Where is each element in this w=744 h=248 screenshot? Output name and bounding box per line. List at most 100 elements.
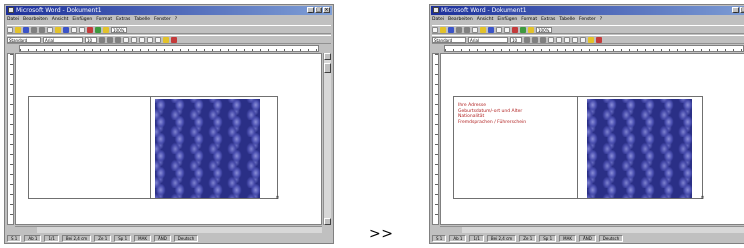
list-icon[interactable] bbox=[147, 36, 153, 43]
horizontal-scrollbar[interactable] bbox=[440, 226, 744, 233]
menu-item[interactable]: ? bbox=[600, 16, 602, 24]
font-combo[interactable]: Arial bbox=[43, 36, 83, 43]
menu-item[interactable]: Ansicht bbox=[52, 16, 69, 24]
undo-icon[interactable] bbox=[63, 26, 69, 33]
map-icon[interactable] bbox=[520, 26, 526, 33]
status-field: 1/1 bbox=[44, 234, 59, 242]
horizontal-ruler[interactable] bbox=[444, 45, 744, 52]
align-center-icon[interactable] bbox=[556, 36, 562, 43]
menu-item[interactable]: Einfügen bbox=[497, 16, 517, 24]
open-icon[interactable] bbox=[440, 26, 446, 33]
paste-icon[interactable] bbox=[55, 26, 61, 33]
font-color-icon[interactable] bbox=[171, 36, 177, 43]
maximize-button[interactable]: □ bbox=[315, 7, 322, 13]
list-icon[interactable] bbox=[572, 36, 578, 43]
align-icon[interactable] bbox=[548, 36, 554, 43]
document-area[interactable]: Ihre Adresse Geburtsdatum/-ort und Alter N… bbox=[440, 53, 744, 225]
menu-item[interactable]: Einfügen bbox=[72, 16, 92, 24]
drawing-icon[interactable] bbox=[87, 26, 93, 33]
menu-item[interactable]: ? bbox=[175, 16, 177, 24]
vertical-ruler[interactable] bbox=[7, 53, 14, 225]
menu-item[interactable]: Datei bbox=[432, 16, 444, 24]
save-icon[interactable] bbox=[448, 26, 454, 33]
table-icon[interactable] bbox=[71, 26, 77, 33]
font-combo[interactable]: Arial bbox=[468, 36, 508, 43]
align-right-icon[interactable] bbox=[139, 36, 145, 43]
print-icon[interactable] bbox=[456, 26, 462, 33]
menu-item[interactable]: Datei bbox=[7, 16, 19, 24]
vertical-scrollbar[interactable] bbox=[323, 53, 331, 225]
italic-icon[interactable] bbox=[532, 36, 538, 43]
zoom-combo[interactable]: 100% bbox=[111, 26, 127, 33]
copy-icon[interactable] bbox=[47, 26, 53, 33]
minimize-button[interactable]: _ bbox=[732, 7, 739, 13]
menu-item[interactable]: Ansicht bbox=[477, 16, 494, 24]
menu-item[interactable]: Bearbeiten bbox=[23, 16, 48, 24]
menu-item[interactable]: Tabelle bbox=[134, 16, 150, 24]
cell-text-line[interactable]: Fremdsprachen / Führerschein bbox=[458, 120, 526, 126]
scroll-thumb[interactable] bbox=[324, 63, 331, 73]
copy-icon[interactable] bbox=[472, 26, 478, 33]
columns-icon[interactable] bbox=[504, 26, 510, 33]
undo-icon[interactable] bbox=[488, 26, 494, 33]
columns-icon[interactable] bbox=[79, 26, 85, 33]
underline-icon[interactable] bbox=[115, 36, 121, 43]
underline-icon[interactable] bbox=[540, 36, 546, 43]
scroll-up-icon[interactable] bbox=[324, 53, 331, 60]
scroll-down-icon[interactable] bbox=[324, 218, 331, 225]
new-document-icon[interactable] bbox=[432, 26, 438, 33]
table-column-divider[interactable] bbox=[150, 97, 151, 198]
paste-icon[interactable] bbox=[480, 26, 486, 33]
style-combo[interactable]: Standard bbox=[432, 36, 466, 43]
bold-icon[interactable] bbox=[524, 36, 530, 43]
status-field: 1/1 bbox=[469, 234, 484, 242]
close-button[interactable]: × bbox=[323, 7, 330, 13]
horizontal-ruler[interactable] bbox=[19, 45, 319, 52]
drawing-icon[interactable] bbox=[512, 26, 518, 33]
horizontal-scrollbar[interactable] bbox=[15, 226, 322, 233]
font-color-icon[interactable] bbox=[596, 36, 602, 43]
table-column-divider[interactable] bbox=[577, 97, 578, 198]
table-icon[interactable] bbox=[496, 26, 502, 33]
menu-item[interactable]: Fenster bbox=[154, 16, 171, 24]
align-right-icon[interactable] bbox=[564, 36, 570, 43]
menu-item[interactable]: Extras bbox=[541, 16, 555, 24]
highlight-icon[interactable] bbox=[163, 36, 169, 43]
zoom-combo[interactable]: 100% bbox=[536, 26, 552, 33]
blue-texture-image[interactable] bbox=[155, 99, 260, 198]
menu-item[interactable]: Bearbeiten bbox=[448, 16, 473, 24]
print-icon[interactable] bbox=[31, 26, 37, 33]
align-icon[interactable] bbox=[123, 36, 129, 43]
italic-icon[interactable] bbox=[107, 36, 113, 43]
menu-item[interactable]: Tabelle bbox=[559, 16, 575, 24]
menu-item[interactable]: Extras bbox=[116, 16, 130, 24]
menu-item[interactable]: Format bbox=[521, 16, 537, 24]
app-icon bbox=[8, 7, 14, 13]
new-document-icon[interactable] bbox=[7, 26, 13, 33]
align-center-icon[interactable] bbox=[131, 36, 137, 43]
indent-icon[interactable] bbox=[580, 36, 586, 43]
save-icon[interactable] bbox=[23, 26, 29, 33]
maximize-button[interactable]: □ bbox=[740, 7, 744, 13]
help-icon[interactable] bbox=[103, 26, 109, 33]
left-cell-text[interactable]: Ihre Adresse Geburtsdatum/-ort und Alter N… bbox=[458, 103, 526, 125]
help-icon[interactable] bbox=[528, 26, 534, 33]
blue-texture-image[interactable] bbox=[587, 99, 692, 198]
font-size-combo[interactable]: 10 bbox=[510, 36, 522, 43]
menu-item[interactable]: Fenster bbox=[579, 16, 596, 24]
document-area[interactable]: ¤ bbox=[15, 53, 322, 225]
cut-icon[interactable] bbox=[464, 26, 470, 33]
bold-icon[interactable] bbox=[99, 36, 105, 43]
map-icon[interactable] bbox=[95, 26, 101, 33]
open-icon[interactable] bbox=[15, 26, 21, 33]
style-combo[interactable]: Standard bbox=[7, 36, 41, 43]
vertical-ruler[interactable] bbox=[432, 53, 439, 225]
indent-icon[interactable] bbox=[155, 36, 161, 43]
font-size-combo[interactable]: 10 bbox=[85, 36, 97, 43]
view-buttons[interactable] bbox=[440, 227, 462, 233]
view-buttons[interactable] bbox=[15, 227, 37, 233]
minimize-button[interactable]: _ bbox=[307, 7, 314, 13]
cut-icon[interactable] bbox=[39, 26, 45, 33]
highlight-icon[interactable] bbox=[588, 36, 594, 43]
menu-item[interactable]: Format bbox=[96, 16, 112, 24]
